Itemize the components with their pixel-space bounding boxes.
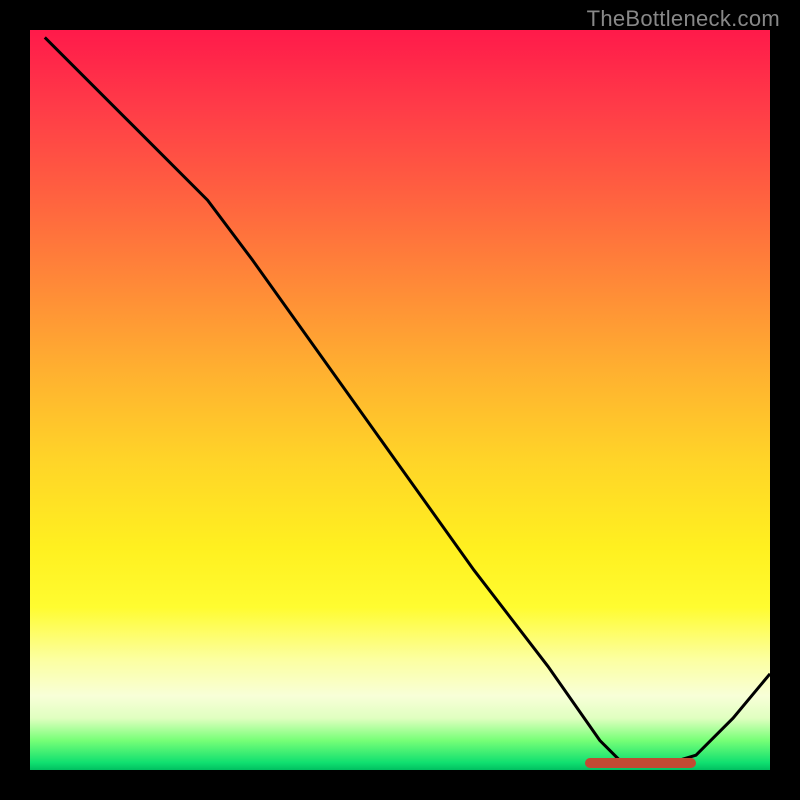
chart-plot-area	[30, 30, 770, 770]
bottleneck-curve	[30, 30, 770, 770]
watermark-text: TheBottleneck.com	[587, 6, 780, 32]
recommended-range-bar	[585, 758, 696, 768]
